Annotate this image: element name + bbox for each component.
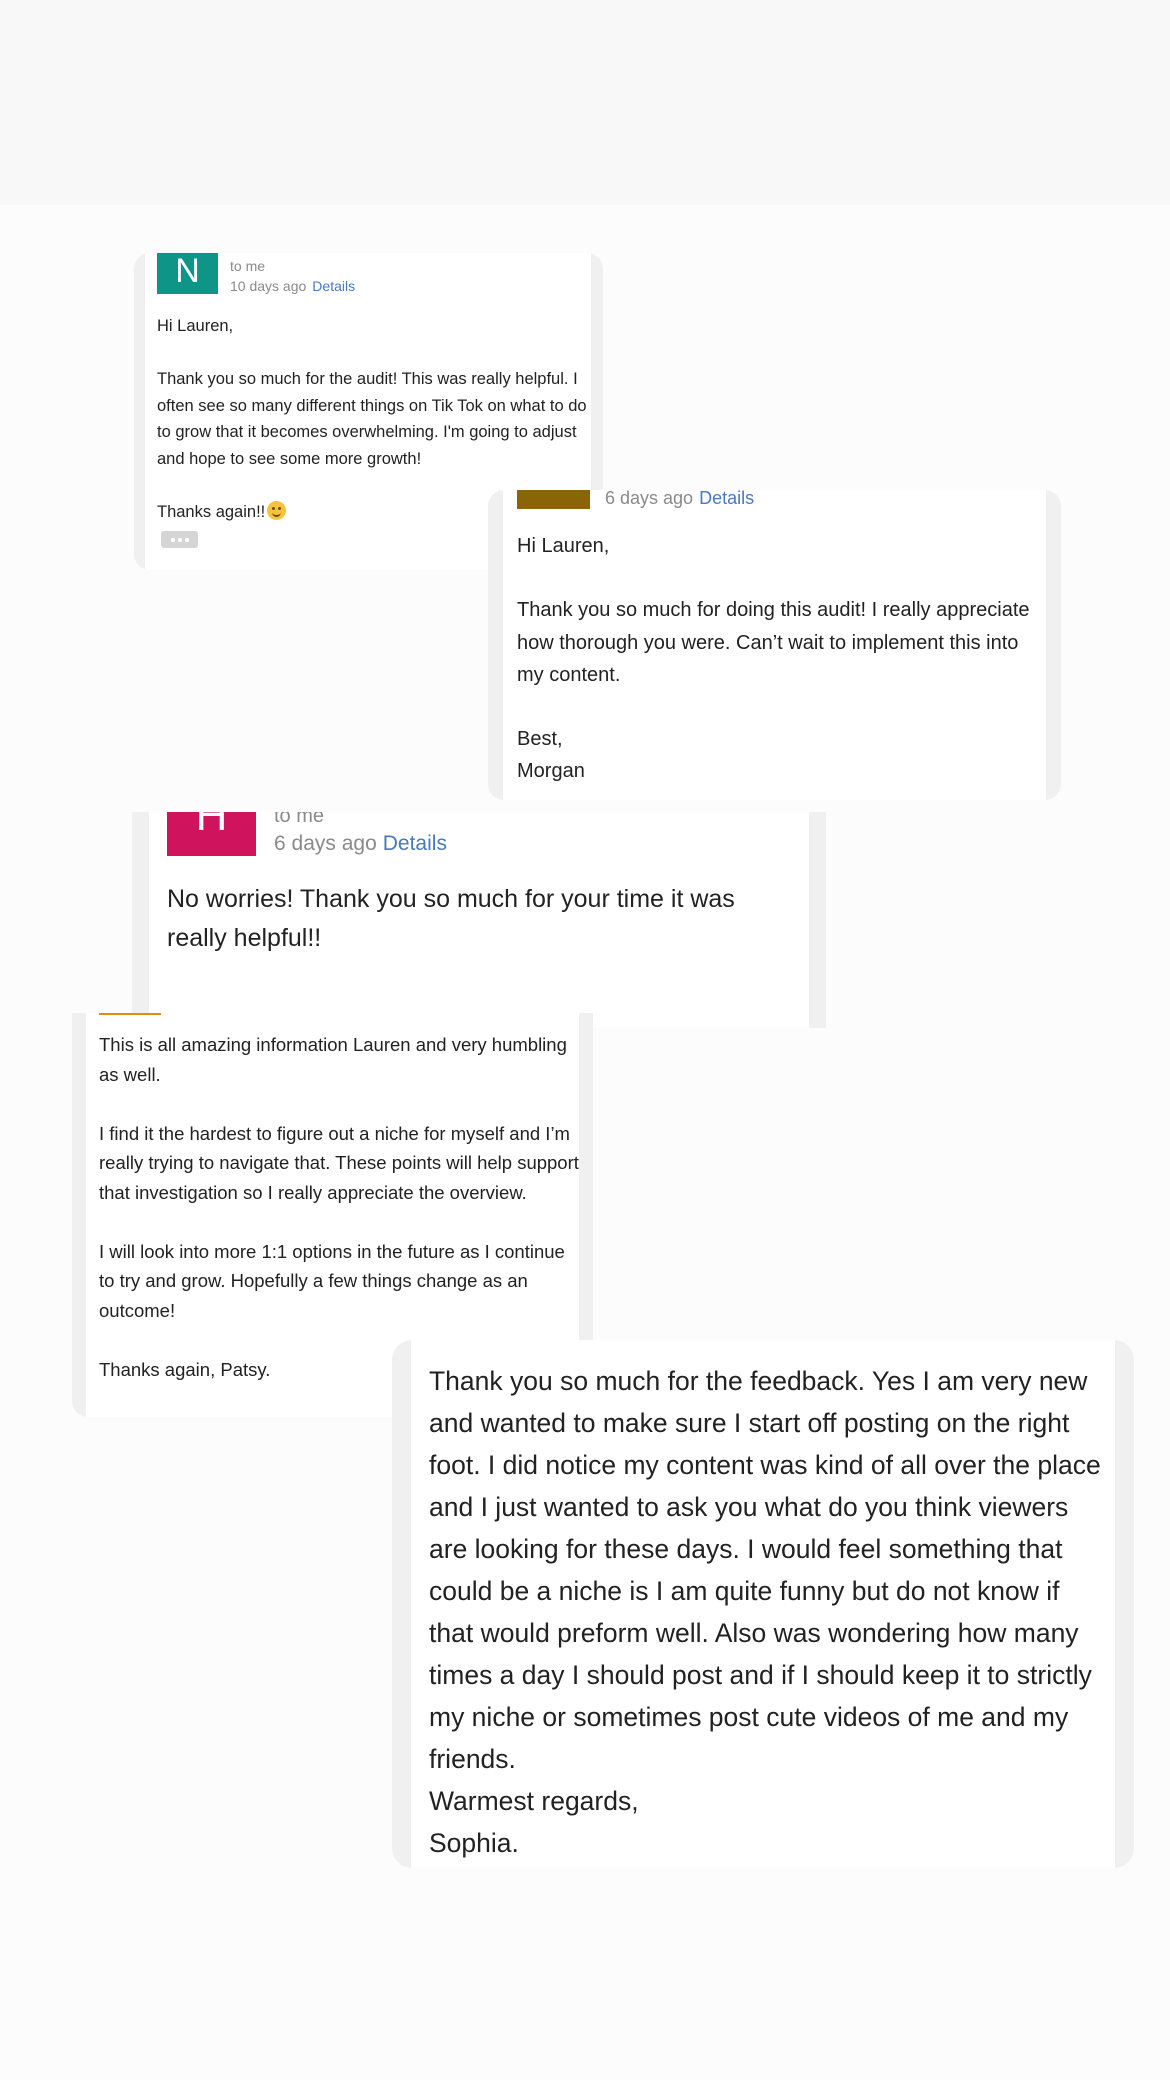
timestamp: 10 days ago [230,278,307,294]
avatar-letter: H [195,812,228,840]
details-link[interactable]: Details [699,490,754,508]
email-card-2-body: 6 days ago Details Hi Lauren, Thank you s… [503,490,1046,800]
sender-avatar: H [167,812,256,856]
email-meta: 6 days ago Details [274,832,447,856]
email-card-3-body: H to me 6 days ago Details No worries! Th… [149,812,809,1028]
email-body: No worries! Thank you so much for your t… [167,885,735,952]
ellipsis-icon[interactable] [161,531,198,548]
email-card-5-body: Thank you so much for the feedback. Yes … [411,1340,1115,1868]
avatar-letter: N [175,253,200,290]
details-link[interactable]: Details [383,832,447,855]
top-background [0,0,1170,205]
email-body: Thank you so much for the feedback. Yes … [429,1366,1101,1858]
recipient-label: to me [274,812,325,827]
smiling-face-emoji-icon [267,500,287,520]
email-meta: 10 days ago Details [230,278,355,294]
email-card-3: H to me 6 days ago Details No worries! Th… [132,812,826,1028]
sender-avatar [517,490,590,509]
email-card-5: Thank you so much for the feedback. Yes … [392,1340,1134,1868]
email-body: Hi Lauren, Thank you so much for doing t… [517,535,1030,783]
accent-bar [99,1013,161,1015]
email-meta: 6 days ago Details [605,490,754,509]
timestamp: 6 days ago [274,832,377,855]
details-link[interactable]: Details [312,278,355,294]
timestamp: 6 days ago [605,490,694,508]
email-card-2: 6 days ago Details Hi Lauren, Thank you s… [488,490,1061,800]
sender-avatar: N [157,253,218,294]
recipient-label: to me [230,258,266,274]
email-body: This is all amazing information Lauren a… [99,1034,579,1380]
